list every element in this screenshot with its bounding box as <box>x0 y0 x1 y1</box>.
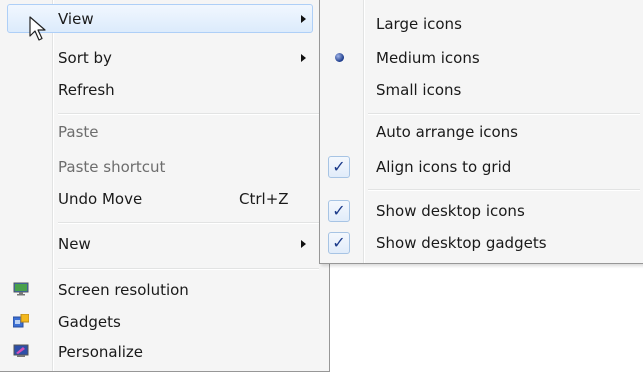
submenu-separator <box>368 113 640 115</box>
menu-item-view[interactable]: View <box>0 6 329 32</box>
checkmark-icon: ✓ <box>328 200 350 222</box>
menu-item-paste-shortcut-label: Paste shortcut <box>58 158 166 176</box>
radio-selected-icon <box>335 53 344 62</box>
submenu-arrow-icon <box>301 15 306 23</box>
submenu-separator <box>368 189 640 191</box>
menu-item-new[interactable]: New <box>0 231 329 257</box>
show-desktop-icons-label: Show desktop icons <box>376 202 525 220</box>
desktop-context-menu: View Sort by Refresh Paste Paste shortcu… <box>0 0 330 372</box>
submenu-item-auto-arrange[interactable]: Auto arrange icons <box>320 119 643 145</box>
submenu-item-show-desktop-gadgets[interactable]: ✓ Show desktop gadgets <box>320 230 643 256</box>
large-icons-label: Large icons <box>376 15 462 33</box>
show-desktop-gadgets-label: Show desktop gadgets <box>376 234 547 252</box>
submenu-item-medium-icons[interactable]: Medium icons <box>320 45 643 71</box>
mouse-pointer-icon <box>29 16 46 41</box>
menu-item-sort-by[interactable]: Sort by <box>0 45 329 71</box>
undo-shortcut-key: Ctrl+Z <box>239 190 289 208</box>
submenu-item-align-to-grid[interactable]: ✓ Align icons to grid <box>320 154 643 180</box>
menu-separator <box>58 268 319 270</box>
submenu-arrow-icon <box>301 240 306 248</box>
menu-item-view-label: View <box>58 10 94 28</box>
checkmark-icon: ✓ <box>328 232 350 254</box>
align-to-grid-label: Align icons to grid <box>376 158 512 176</box>
menu-item-paste[interactable]: Paste <box>0 119 329 145</box>
submenu-arrow-icon <box>301 54 306 62</box>
menu-item-refresh[interactable]: Refresh <box>0 77 329 103</box>
checkmark-icon: ✓ <box>328 156 350 178</box>
menu-separator <box>58 113 319 115</box>
view-submenu: Large icons Medium icons Small icons Aut… <box>319 0 643 264</box>
menu-item-undo-move[interactable]: Undo Move Ctrl+Z <box>0 186 329 212</box>
auto-arrange-label: Auto arrange icons <box>376 123 518 141</box>
menu-item-refresh-label: Refresh <box>58 81 115 99</box>
menu-item-personalize[interactable]: Personalize <box>0 339 329 365</box>
menu-separator <box>58 222 319 224</box>
menu-item-screen-resolution-label: Screen resolution <box>58 281 189 299</box>
submenu-item-large-icons[interactable]: Large icons <box>320 11 643 37</box>
menu-item-undo-move-label: Undo Move <box>58 190 143 208</box>
menu-item-paste-label: Paste <box>58 123 99 141</box>
menu-item-gadgets[interactable]: Gadgets <box>0 309 329 335</box>
personalize-icon <box>13 344 29 357</box>
menu-item-personalize-label: Personalize <box>58 343 144 361</box>
small-icons-label: Small icons <box>376 81 462 99</box>
submenu-item-show-desktop-icons[interactable]: ✓ Show desktop icons <box>320 198 643 224</box>
medium-icons-label: Medium icons <box>376 49 480 67</box>
monitor-icon <box>13 282 29 296</box>
menu-item-new-label: New <box>58 235 91 253</box>
gadgets-icon <box>13 314 29 328</box>
menu-item-sort-by-label: Sort by <box>58 49 112 67</box>
menu-item-paste-shortcut[interactable]: Paste shortcut <box>0 154 329 180</box>
menu-item-gadgets-label: Gadgets <box>58 313 121 331</box>
menu-item-screen-resolution[interactable]: Screen resolution <box>0 277 329 303</box>
submenu-item-small-icons[interactable]: Small icons <box>320 77 643 103</box>
